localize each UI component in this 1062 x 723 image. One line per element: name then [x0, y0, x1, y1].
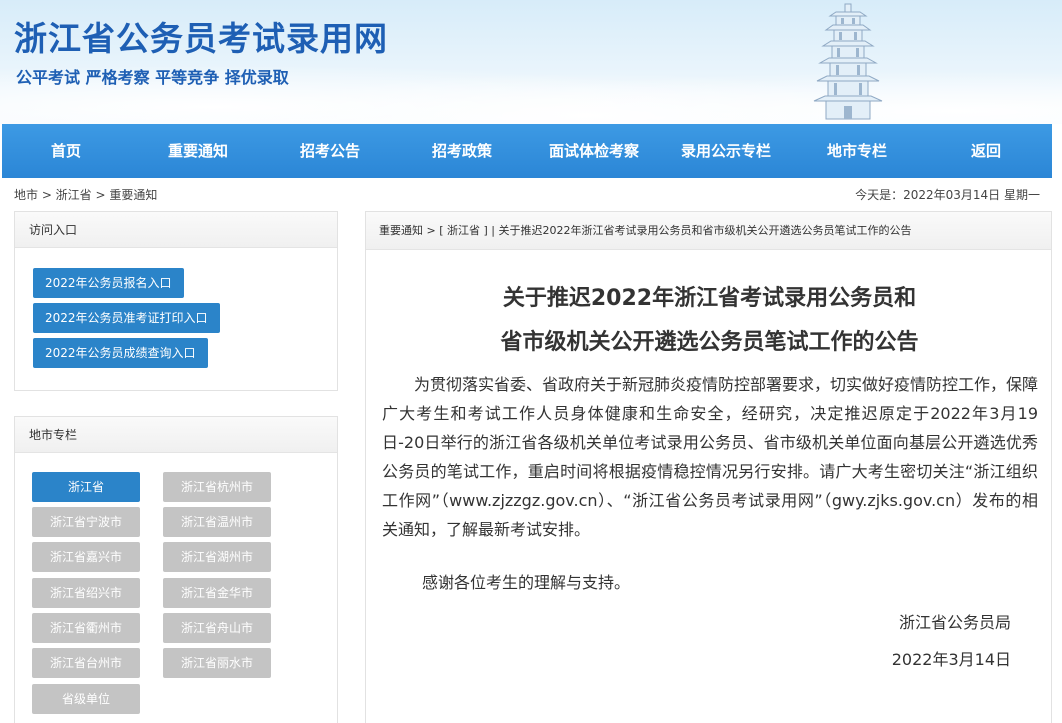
city-hangzhou[interactable]: 浙江省杭州市: [163, 472, 271, 502]
current-date: 今天是：2022年03月14日 星期一: [855, 188, 1040, 202]
nav-interview-exam[interactable]: 面试体检考察: [530, 124, 658, 178]
city-quzhou[interactable]: 浙江省衢州市: [32, 613, 140, 643]
city-panel-title: 地市专栏: [15, 417, 337, 453]
nav-recruitment-announcements[interactable]: 招考公告: [266, 124, 394, 178]
nav-home[interactable]: 首页: [2, 124, 130, 178]
article-panel: 重要通知 > [ 浙江省 ] | 关于推迟2022年浙江省考试录用公务员和省市级…: [365, 211, 1052, 723]
article-title-line-2: 省市级机关公开遴选公务员笔试工作的公告: [500, 330, 919, 355]
article-body: 为贯彻落实省委、省政府关于新冠肺炎疫情防控部署要求，切实做好疫情防控工作，保障广…: [382, 375, 1039, 539]
nav-policies[interactable]: 招考政策: [394, 124, 530, 178]
city-shaoxing[interactable]: 浙江省绍兴市: [32, 578, 140, 608]
nav-back[interactable]: 返回: [920, 124, 1052, 178]
article-thanks: 感谢各位考生的理解与支持。: [422, 573, 631, 592]
city-ningbo[interactable]: 浙江省宁波市: [32, 507, 140, 537]
nav-city-column[interactable]: 地市专栏: [794, 124, 920, 178]
city-huzhou[interactable]: 浙江省湖州市: [163, 542, 271, 572]
article-date: 2022年3月14日: [891, 650, 1011, 669]
article-title-line-1: 关于推迟2022年浙江省考试录用公务员和: [502, 286, 917, 311]
score-query-entry-button[interactable]: 2022年公务员成绩查询入口: [33, 338, 208, 368]
admission-ticket-entry-button[interactable]: 2022年公务员准考证打印入口: [33, 303, 220, 333]
city-panel: 地市专栏 浙江省 浙江省杭州市 浙江省宁波市 浙江省温州市 浙江省嘉兴市 浙江省…: [14, 416, 338, 723]
registration-entry-button[interactable]: 2022年公务员报名入口: [33, 268, 184, 298]
site-banner: 浙江省公务员考试录用网 公平考试 严格考察 平等竞争 择优录取: [0, 0, 1062, 124]
breadcrumb[interactable]: 地市 > 浙江省 > 重要通知: [14, 186, 157, 203]
city-taizhou[interactable]: 浙江省台州市: [32, 648, 140, 678]
article-breadcrumb[interactable]: 重要通知 > [ 浙江省 ] | 关于推迟2022年浙江省考试录用公务员和省市级…: [366, 212, 1051, 250]
city-wenzhou[interactable]: 浙江省温州市: [163, 507, 271, 537]
main-nav: 首页 重要通知 招考公告 招考政策 面试体检考察 录用公示专栏 地市专栏 返回: [2, 124, 1052, 178]
city-lishui[interactable]: 浙江省丽水市: [163, 648, 271, 678]
site-title[interactable]: 浙江省公务员考试录用网: [14, 12, 388, 60]
nav-notices[interactable]: 重要通知: [130, 124, 266, 178]
city-jiaxing[interactable]: 浙江省嘉兴市: [32, 542, 140, 572]
city-zhoushan[interactable]: 浙江省舟山市: [163, 613, 271, 643]
city-provincial-units[interactable]: 省级单位: [32, 684, 140, 714]
pagoda-illustration: [813, 3, 883, 120]
city-zhejiang[interactable]: 浙江省: [32, 472, 140, 502]
access-panel: 访问入口 2022年公务员报名入口 2022年公务员准考证打印入口 2022年公…: [14, 211, 338, 391]
site-slogan: 公平考试 严格考察 平等竞争 择优录取: [16, 68, 289, 87]
article-signature: 浙江省公务员局: [898, 613, 1011, 632]
nav-hiring-publicity[interactable]: 录用公示专栏: [658, 124, 794, 178]
city-jinhua[interactable]: 浙江省金华市: [163, 578, 271, 608]
access-panel-title: 访问入口: [15, 212, 337, 248]
